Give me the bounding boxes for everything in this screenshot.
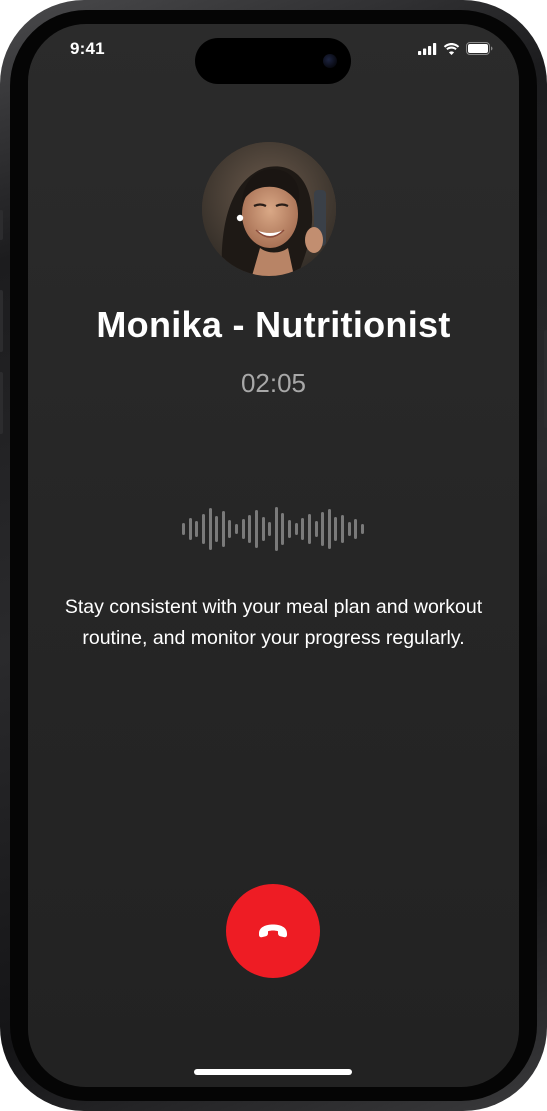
wave-bar (274, 507, 278, 551)
wave-bar (321, 512, 325, 546)
wave-bar (334, 517, 338, 541)
wave-bar (314, 521, 318, 537)
wave-bar (294, 523, 298, 535)
wifi-icon (443, 42, 460, 55)
dynamic-island (195, 38, 351, 84)
wave-bar (195, 521, 199, 537)
wave-bar (241, 519, 245, 539)
action-button (0, 210, 3, 240)
volume-down-button (0, 372, 3, 434)
call-transcript: Stay consistent with your meal plan and … (64, 596, 483, 649)
wave-bar (341, 515, 344, 543)
wave-bar (248, 515, 252, 543)
audio-waveform-icon (182, 506, 364, 552)
volume-up-button (0, 290, 3, 352)
status-time: 9:41 (70, 39, 105, 58)
status-icons (418, 42, 493, 55)
phone-hangup-icon (259, 924, 287, 938)
wave-bar (261, 517, 265, 541)
front-camera (323, 54, 337, 68)
caller-avatar (202, 142, 336, 276)
call-screen: 9:41 Monika - Nutritionist 02:05 Stay co… (28, 24, 519, 1087)
end-call-button[interactable] (226, 884, 320, 978)
status-bar: 9:41 (28, 24, 519, 84)
wave-bar (288, 520, 291, 538)
wave-bar (221, 511, 225, 547)
wave-bar (215, 516, 219, 542)
wave-bar (307, 514, 311, 544)
wave-bar (235, 524, 238, 534)
wave-bar (327, 509, 331, 549)
wave-bar (254, 510, 258, 548)
wave-bar (281, 513, 285, 545)
wave-bar (268, 522, 272, 536)
caller-photo (202, 142, 336, 276)
wave-bar (347, 522, 351, 536)
phone-frame: 9:41 Monika - Nutritionist 02:05 Stay co… (0, 0, 547, 1111)
wave-bar (360, 524, 364, 534)
call-duration: 02:05 (240, 368, 307, 398)
wave-bar (208, 508, 212, 550)
cellular-signal-icon (418, 42, 437, 55)
wave-bar (188, 518, 192, 540)
wave-bar (201, 514, 205, 544)
wave-bar (354, 519, 358, 539)
caller-name: Monika - Nutritionist (96, 304, 451, 345)
wave-bar (182, 523, 185, 535)
battery-icon (466, 42, 493, 55)
home-indicator[interactable] (194, 1069, 352, 1075)
wave-bar (301, 518, 305, 540)
wave-bar (228, 520, 232, 538)
